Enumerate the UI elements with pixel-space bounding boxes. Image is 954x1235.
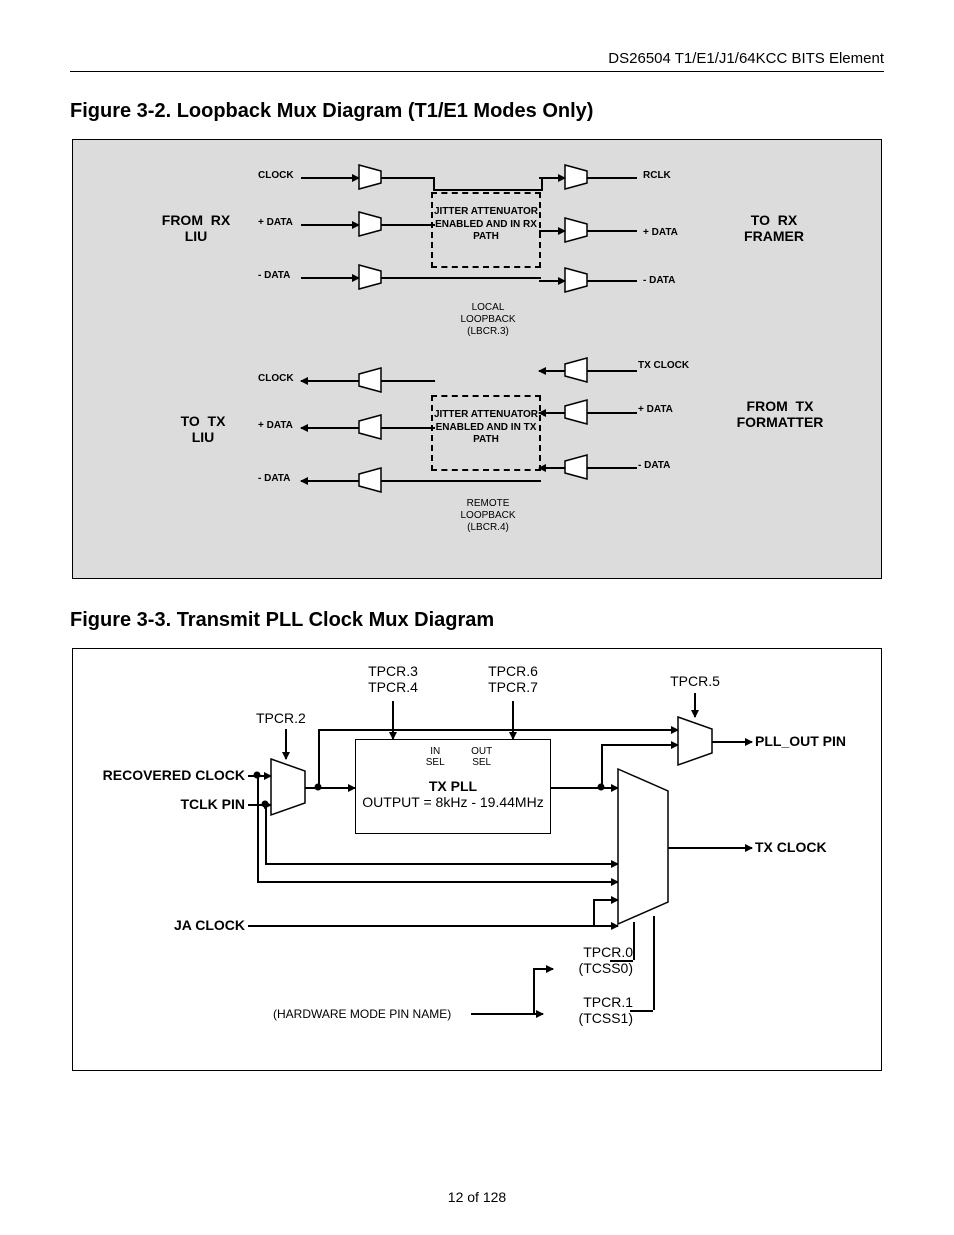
tpcr0-label: TPCR.0 (TCSS0) [563,944,633,976]
tpcr5-label: TPCR.5 [655,673,735,689]
mux-icon [565,165,587,189]
mux-pllout-select [678,717,712,770]
local-loopback-label: LOCAL LOOPBACK (LBCR.3) [443,302,533,338]
mux-icon [565,268,587,292]
tx-pll-title: TX PLL [356,778,550,794]
mux-icon [359,368,381,392]
tpcr67-label: TPCR.6 TPCR.7 [473,663,553,695]
tpcr34-label: TPCR.3 TPCR.4 [353,663,433,695]
to-tx-liu-label: TO TX LIU [153,413,253,445]
tpcr2-label: TPCR.2 [256,710,306,726]
mux-icon [565,400,587,424]
recovered-clock-label: RECOVERED CLOCK [85,767,245,783]
mux-txclock-select [618,769,668,929]
arrow-icon [694,693,696,717]
mux-icon [565,455,587,479]
mux-icon [359,212,381,236]
rclk-label: RCLK [643,170,671,181]
hardware-mode-note: (HARDWARE MODE PIN NAME) [273,1007,451,1021]
from-rx-liu-label: FROM RX LIU [141,212,251,244]
pll-out-pin-label: PLL_OUT PIN [755,733,846,749]
jitter-attenuator-tx: JITTER ATTENUATOR ENABLED AND IN TX PATH [431,395,541,471]
tx-clock-label: CLOCK [258,373,294,384]
tx-ndata-label: - DATA [258,473,290,484]
tx-pll-box: IN SEL OUT SEL TX PLL OUTPUT = 8kHz - 19… [355,739,551,834]
in-sel-label: IN SEL [426,746,445,768]
out-sel-label: OUT SEL [471,746,492,768]
ja-clock-label: JA CLOCK [85,917,245,933]
jitter-attenuator-rx: JITTER ATTENUATOR ENABLED AND IN RX PATH [431,192,541,268]
mux-icon [359,165,381,189]
figure-3-2-title: Figure 3-2. Loopback Mux Diagram (T1/E1 … [70,100,884,123]
mux-icon [565,358,587,382]
tx-pdata-label: + DATA [258,420,293,431]
transmit-pll-clock-mux-diagram: RECOVERED CLOCK TCLK PIN JA CLOCK TPCR.2… [72,648,882,1071]
rx-ndata-label: - DATA [258,270,290,281]
page-header: DS26504 T1/E1/J1/64KCC BITS Element [70,50,884,72]
tx-clock-label: TX CLOCK [755,839,827,855]
tpcr1-label: TPCR.1 (TCSS1) [563,994,633,1026]
tx-out-ndata: - DATA [638,460,670,471]
arrow-icon [285,729,287,759]
mux-icon [565,218,587,242]
mux-icon [359,415,381,439]
tclk-pin-label: TCLK PIN [85,796,245,812]
arrow-icon [512,701,514,739]
tx-out-pdata: + DATA [638,404,673,415]
tx-pll-sub: OUTPUT = 8kHz - 19.44MHz [356,794,550,810]
mux-icon [359,265,381,289]
to-rx-framer-label: TO RX FRAMER [719,212,829,244]
loopback-mux-diagram: FROM RX LIU TO RX FRAMER TO TX LIU FROM … [72,139,882,579]
page-footer: 12 of 128 [0,1189,954,1205]
remote-loopback-label: REMOTE LOOPBACK (LBCR.4) [443,498,533,534]
mux-input-select [271,759,305,820]
tx-clock-out: TX CLOCK [638,360,689,371]
rx-out-ndata: - DATA [643,275,675,286]
rx-pdata-label: + DATA [258,217,293,228]
mux-icon [359,468,381,492]
rx-clock-label: CLOCK [258,170,294,181]
arrow-icon [392,701,394,739]
figure-3-3-title: Figure 3-3. Transmit PLL Clock Mux Diagr… [70,609,884,632]
rx-out-pdata: + DATA [643,227,678,238]
from-tx-formatter-label: FROM TX FORMATTER [715,398,845,430]
